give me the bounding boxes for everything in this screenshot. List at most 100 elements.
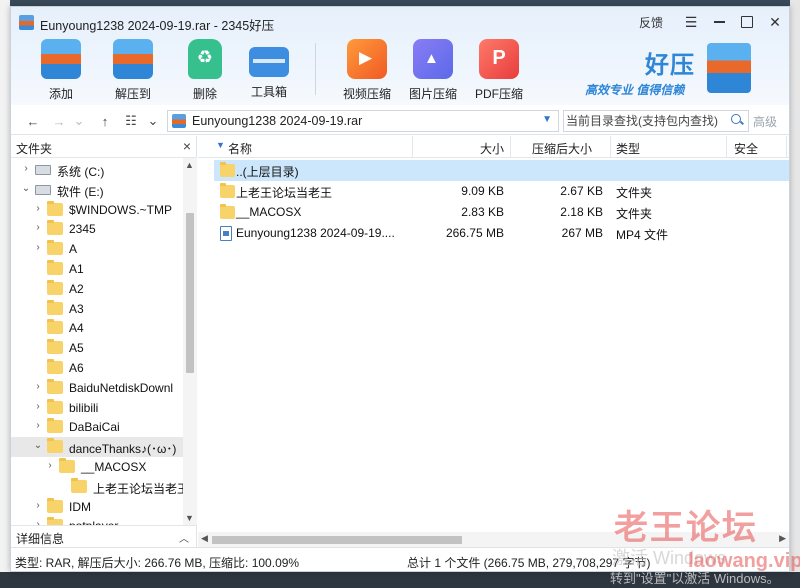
delete-button[interactable]: 删除 [175,39,235,102]
chevron-up-icon[interactable]: ︿ [179,530,189,545]
video-compress-button[interactable]: 视频压缩 [337,39,397,102]
folder-tree-item[interactable]: › bilibili [11,398,183,418]
menu-icon[interactable]: ☰ [677,7,705,37]
scroll-left-icon[interactable]: ◀ [201,533,208,544]
chevron-right-icon[interactable]: › [33,401,43,412]
up-arrow-icon[interactable]: ↑ [95,111,115,131]
brand-logo-icon [707,43,751,93]
table-row[interactable]: ..(上层目录) [214,160,789,181]
details-panel-header[interactable]: 详细信息 ︿ [11,525,197,547]
folder-tree-label: 上老王论坛当老王 [93,481,183,496]
view-mode-icon[interactable]: ☷ [121,111,141,131]
column-separator[interactable] [412,136,413,158]
maximize-button[interactable] [733,7,761,37]
pdf-compress-label: PDF压缩 [474,87,523,101]
folder-tree-item[interactable]: A1 [11,259,183,279]
pdf-compress-button[interactable]: PDF压缩 [469,39,529,102]
video-compress-label: 视频压缩 [342,87,391,101]
column-type[interactable]: 类型 [616,140,640,157]
add-button[interactable]: 添加 [31,39,91,102]
column-security[interactable]: 安全 [734,140,758,157]
folder-icon [47,378,63,394]
folder-tree-item[interactable]: A6 [11,358,183,378]
folder-pane-header: 文件夹 × [11,136,197,158]
chevron-right-icon[interactable]: › [33,420,43,431]
chevron-right-icon[interactable]: › [33,381,43,392]
folder-tree-item[interactable]: ⌄ 软件 (E:) [11,180,183,200]
chevron-right-icon[interactable]: › [33,500,43,511]
column-separator[interactable] [726,136,727,158]
folder-icon [47,438,63,454]
folder-tree-item[interactable]: › __MACOSX [11,457,183,477]
table-row[interactable]: 上老王论坛当老王 9.09 KB 2.67 KB 文件夹 [214,181,789,202]
address-field[interactable]: Eunyoung1238 2024-09-19.rar ▼ [167,110,559,132]
chevron-right-icon[interactable]: › [33,203,43,214]
column-size[interactable]: 大小 [480,140,504,157]
chevron-right-icon[interactable]: › [45,460,55,471]
table-row[interactable]: __MACOSX 2.83 KB 2.18 KB 文件夹 [214,202,789,223]
folder-tree-item[interactable]: A2 [11,279,183,299]
column-separator[interactable] [786,136,787,158]
forward-arrow-icon[interactable]: → [49,111,69,131]
folder-tree-item[interactable]: › $WINDOWS.~TMP [11,200,183,220]
folder-icon [47,359,63,374]
image-compress-label: 图片压缩 [408,87,457,101]
column-name[interactable]: 名称 [228,140,252,157]
folder-tree-label: danceThanks♪(･ω･) [69,442,177,457]
scroll-right-icon[interactable]: ▶ [779,533,786,544]
address-dropdown-icon[interactable]: ▼ [542,114,552,125]
view-dropdown-icon[interactable]: ⌄ [143,111,163,131]
image-compress-button[interactable]: 图片压缩 [403,39,463,102]
folder-tree-item[interactable]: › BaiduNetdiskDownl [11,378,183,398]
folder-tree-item[interactable]: › 2345 [11,219,183,239]
advanced-search-link[interactable]: 高级 [753,113,777,130]
scroll-up-icon[interactable]: ▲ [185,160,194,170]
activate-windows-hint: 转到"设置"以激活 Windows。 [610,571,780,586]
back-arrow-icon[interactable]: ← [23,111,43,131]
extract-button[interactable]: 解压到 [103,39,163,102]
table-row[interactable]: Eunyoung1238 2024-09-19.... 266.75 MB 267 … [214,223,789,244]
folder-tree-item[interactable]: › IDM [11,497,183,517]
folder-tree-item[interactable]: › DaBaiCai [11,417,183,437]
folder-tree-item[interactable]: 上老王论坛当老王 [11,477,183,497]
column-separator[interactable] [510,136,511,158]
file-type-cell: MP4 文件 [616,228,669,242]
column-packed-size[interactable]: 压缩后大小 [532,140,592,157]
search-icon[interactable] [730,113,744,127]
scrollbar-thumb[interactable] [186,213,194,373]
feedback-button[interactable]: 反馈 [639,14,663,31]
folder-tree-item[interactable]: A5 [11,338,183,358]
close-button[interactable]: ✕ [761,7,789,37]
folder-tree-label: IDM [69,499,91,514]
chevron-right-icon[interactable]: › [33,222,43,233]
folder-tree-item[interactable]: › A [11,239,183,259]
folder-tree-item[interactable]: ⌄ danceThanks♪(･ω･) [11,437,183,458]
close-icon[interactable]: × [183,138,191,154]
folder-tree-item[interactable]: ›potplayer [11,516,183,525]
folder-tree-item[interactable]: A3 [11,299,183,319]
add-label: 添加 [48,87,73,101]
folder-tree-label: A1 [69,262,84,276]
folder-icon [47,339,63,355]
folder-icon [220,162,235,177]
folder-tree-scrollbar[interactable]: ▲ ▼ [183,158,197,525]
chevron-down-icon[interactable]: ⌄ [21,183,31,194]
minimize-button[interactable] [705,7,733,37]
folder-icon [47,497,63,513]
site-watermark: 老王论坛 [614,509,758,547]
chevron-down-icon[interactable]: ⌄ [33,440,43,451]
hscrollbar-thumb[interactable] [212,536,462,544]
folder-icon [220,204,235,219]
toolbox-button[interactable]: 工具箱 [239,39,299,100]
folder-tree-item[interactable]: A4 [11,318,183,338]
column-separator[interactable] [610,136,611,158]
recycle-icon [188,39,222,79]
chevron-right-icon[interactable]: › [21,163,31,174]
scroll-down-icon[interactable]: ▼ [185,513,194,523]
brand-name: 好压 [645,52,695,79]
forward-dropdown-icon[interactable]: ⌄ [69,111,89,131]
folder-tree-label: A [69,242,78,257]
chevron-right-icon[interactable]: › [33,242,43,253]
folder-tree-item[interactable]: › 系统 (C:) [11,160,183,180]
search-input[interactable] [566,112,724,130]
